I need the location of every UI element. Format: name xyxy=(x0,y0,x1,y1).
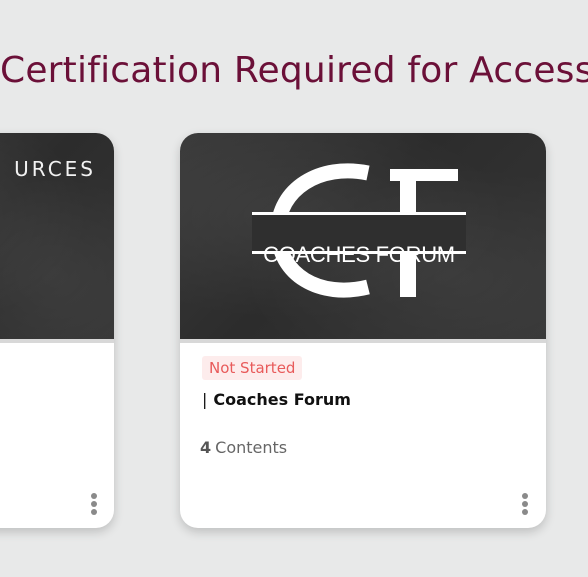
contents-number: 4 xyxy=(200,438,212,457)
resources-card[interactable]: URCES xyxy=(0,133,114,528)
title-prefix: | xyxy=(202,390,208,409)
cf-monogram-icon xyxy=(252,163,466,298)
status-badge: Not Started xyxy=(202,356,303,380)
coaches-forum-card[interactable]: COACHES FORUM Not Started | Coaches Forum… xyxy=(180,133,546,528)
coaches-forum-banner: COACHES FORUM xyxy=(180,133,546,339)
banner-divider xyxy=(0,339,114,343)
logo-text: COACHES FORUM xyxy=(263,242,455,267)
card-title-text[interactable]: Coaches Forum xyxy=(213,390,351,409)
coaches-forum-logo: COACHES FORUM xyxy=(250,159,468,299)
resources-banner-text: URCES xyxy=(14,157,96,181)
section-title: Certification Required for Access) xyxy=(0,50,588,91)
resources-banner: URCES xyxy=(0,133,114,339)
banner-divider xyxy=(180,339,546,343)
more-options-icon[interactable] xyxy=(520,493,530,517)
more-options-icon[interactable] xyxy=(89,493,99,517)
contents-label: Contents xyxy=(215,438,288,457)
card-title[interactable]: | Coaches Forum xyxy=(202,390,351,409)
contents-count: 4 Contents xyxy=(200,438,287,457)
page: Certification Required for Access) URCES xyxy=(0,0,588,577)
